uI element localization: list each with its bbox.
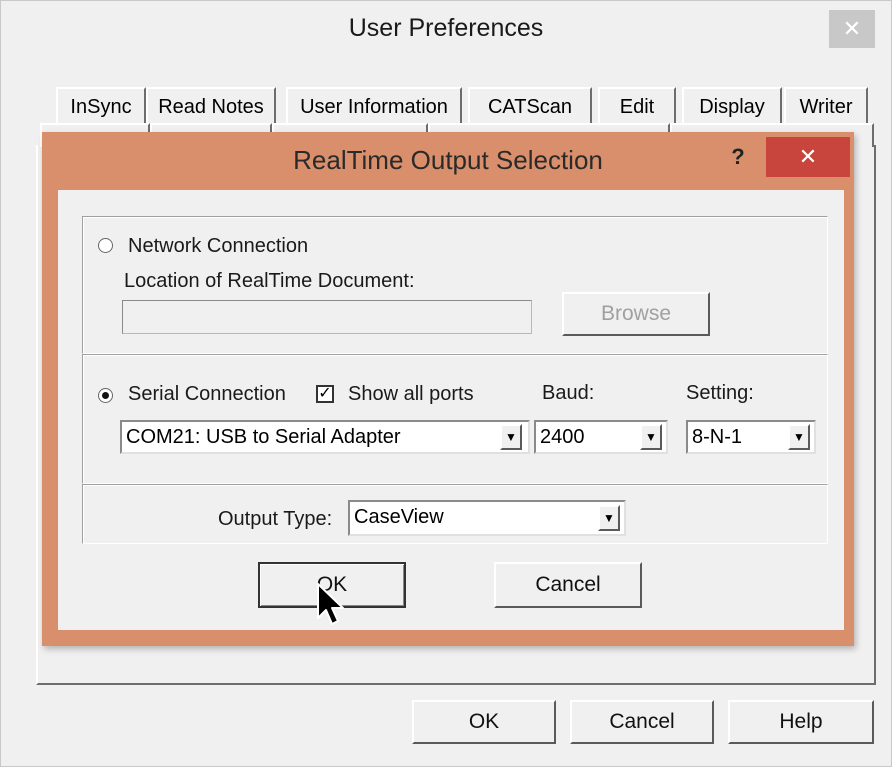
tab-read-notes[interactable]: Read Notes [146, 87, 276, 123]
tab-writer[interactable]: Writer [784, 87, 868, 123]
outer-cancel-button[interactable]: Cancel [570, 700, 714, 744]
outer-help-button[interactable]: Help [728, 700, 874, 744]
checkmark-icon: ✓ [318, 385, 332, 402]
tab-label: InSync [70, 96, 132, 118]
outer-close-button[interactable]: ✕ [829, 10, 875, 48]
dialog-cancel-button[interactable]: Cancel [494, 562, 642, 608]
output-type-value: CaseView [354, 506, 444, 528]
button-label: Help [779, 710, 823, 733]
output-type-select[interactable]: CaseView [348, 500, 626, 536]
tab-catscan[interactable]: CATScan [468, 87, 592, 123]
tab-display[interactable]: Display [682, 87, 782, 123]
show-all-ports-checkbox[interactable]: ✓ [316, 385, 334, 403]
baud-value: 2400 [540, 426, 585, 448]
chevron-down-icon[interactable]: ▼ [500, 424, 522, 450]
tab-insync[interactable]: InSync [56, 87, 146, 123]
tab-label: Writer [799, 96, 853, 118]
tab-label: Display [699, 96, 765, 118]
baud-label: Baud: [542, 382, 595, 404]
tab-user-information[interactable]: User Information [286, 87, 462, 123]
tab-label: CATScan [487, 96, 573, 118]
network-connection-radio[interactable] [98, 238, 113, 253]
chevron-down-icon[interactable]: ▼ [640, 424, 662, 450]
window-title: User Preferences [348, 14, 544, 42]
tab-label: Edit [619, 96, 655, 118]
tab-label: Read Notes [158, 96, 264, 118]
network-connection-label: Network Connection [128, 235, 309, 257]
button-label: Cancel [535, 573, 601, 596]
port-value: COM21: USB to Serial Adapter [126, 426, 401, 448]
chevron-down-icon[interactable]: ▼ [788, 424, 810, 450]
setting-label: Setting: [686, 382, 754, 404]
outer-ok-button[interactable]: OK [412, 700, 556, 744]
browse-button[interactable]: Browse [562, 292, 710, 336]
tab-edit[interactable]: Edit [598, 87, 676, 123]
help-icon[interactable]: ? [718, 144, 758, 172]
location-input[interactable] [122, 300, 532, 334]
setting-value: 8-N-1 [692, 426, 743, 448]
output-type-label: Output Type: [218, 508, 333, 530]
serial-connection-label: Serial Connection [128, 383, 286, 405]
dialog-close-button[interactable]: ✕ [766, 137, 850, 177]
button-label: OK [468, 710, 500, 733]
show-all-ports-label: Show all ports [348, 383, 474, 405]
location-label: Location of RealTime Document: [124, 270, 415, 292]
serial-connection-radio[interactable] [98, 388, 113, 403]
close-icon: ✕ [842, 16, 862, 41]
button-label: Browse [600, 302, 672, 325]
port-select[interactable]: COM21: USB to Serial Adapter [120, 420, 530, 454]
tab-label: User Information [300, 96, 448, 118]
mouse-cursor-icon [317, 583, 344, 625]
button-label: Cancel [609, 710, 675, 733]
close-icon: ✕ [798, 144, 818, 169]
chevron-down-icon[interactable]: ▼ [598, 505, 620, 531]
serial-group [82, 354, 828, 484]
